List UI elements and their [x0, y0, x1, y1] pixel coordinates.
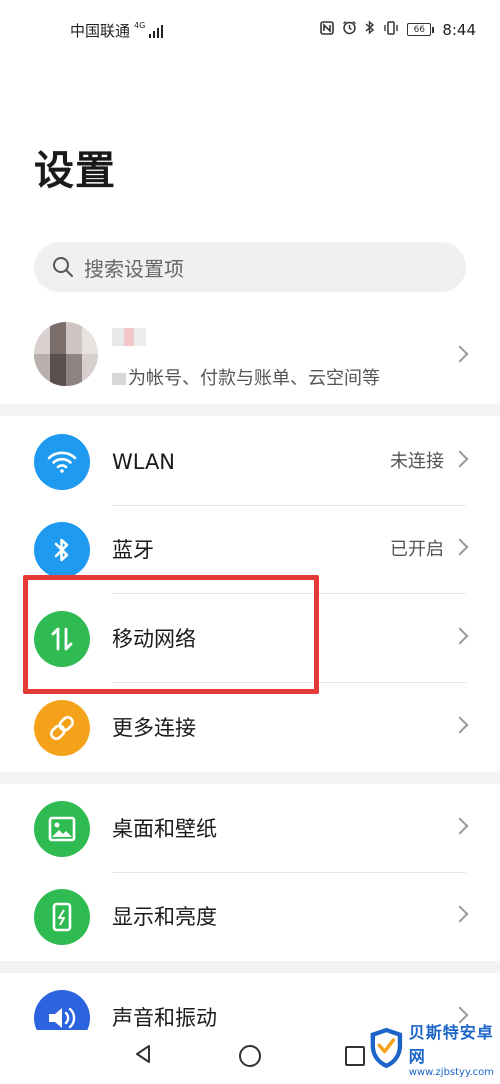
chevron-right-icon: [451, 716, 469, 734]
settings-item-label: 更多连接: [112, 716, 196, 740]
chevron-right-icon: [451, 450, 469, 468]
image-icon: [34, 801, 90, 857]
signal-icon: [149, 24, 164, 38]
nfc-icon: [320, 20, 335, 39]
account-description: 为帐号、付款与账单、云空间等: [112, 364, 380, 390]
section-divider: [0, 961, 500, 973]
recent-apps-icon[interactable]: [345, 1046, 365, 1066]
search-icon: [53, 257, 73, 277]
chevron-right-icon: [451, 627, 469, 645]
alarm-icon: [342, 20, 357, 39]
avatar: [34, 322, 98, 386]
settings-item-display[interactable]: 显示和亮度: [0, 873, 500, 961]
settings-item-wlan[interactable]: WLAN 未连接: [0, 418, 500, 506]
chevron-right-icon: [451, 817, 469, 835]
mobile-data-icon: [34, 611, 90, 667]
status-right: 66 8:44: [320, 20, 476, 39]
settings-item-wallpaper[interactable]: 桌面和壁纸: [0, 785, 500, 873]
row-divider: [112, 593, 466, 594]
wifi-icon: [34, 434, 90, 490]
carrier-label: 中国联通: [70, 22, 131, 40]
bluetooth-status-icon: [365, 20, 375, 39]
watermark-title: 贝斯特安卓网: [408, 1022, 494, 1066]
clock-label: 8:44: [442, 20, 476, 39]
back-icon[interactable]: [133, 1044, 153, 1064]
battery-icon: 66: [407, 23, 435, 36]
section-divider: [0, 772, 500, 784]
home-icon[interactable]: [239, 1045, 261, 1067]
page-title: 设置: [34, 148, 116, 194]
settings-item-label: 移动网络: [112, 627, 196, 651]
status-left: 中国联通 4G: [70, 20, 164, 41]
chevron-right-icon: [451, 905, 469, 923]
settings-item-more-connections[interactable]: 更多连接: [0, 684, 500, 772]
bluetooth-icon: [34, 522, 90, 578]
chevron-right-icon: [451, 345, 469, 363]
watermark-url: www.zjbstyy.com: [408, 1066, 494, 1078]
wlan-status: 未连接: [390, 451, 444, 472]
settings-item-label: 显示和亮度: [112, 905, 217, 929]
section-divider: [0, 404, 500, 416]
settings-item-label: WLAN: [112, 450, 176, 474]
link-icon: [34, 700, 90, 756]
account-name-blurred: [112, 328, 146, 346]
status-bar: 中国联通 4G 66 8:44: [0, 0, 500, 60]
battery-level: 66: [413, 24, 426, 35]
watermark: 贝斯特安卓网 www.zjbstyy.com: [368, 1018, 498, 1078]
settings-item-label: 蓝牙: [112, 538, 154, 562]
chevron-right-icon: [451, 538, 469, 556]
row-divider: [112, 682, 466, 683]
vibrate-icon: [383, 20, 399, 39]
settings-item-bluetooth[interactable]: 蓝牙 已开启: [0, 506, 500, 594]
network-type-label: 4G: [134, 20, 146, 30]
account-row[interactable]: 为帐号、付款与账单、云空间等: [0, 312, 500, 404]
search-input[interactable]: 搜索设置项: [34, 242, 466, 292]
bluetooth-status: 已开启: [390, 539, 444, 560]
display-brightness-icon: [34, 889, 90, 945]
watermark-logo-icon: [370, 1027, 403, 1069]
settings-item-mobile-network[interactable]: 移动网络: [0, 595, 500, 683]
search-placeholder: 搜索设置项: [84, 256, 184, 281]
settings-item-label: 桌面和壁纸: [112, 817, 217, 841]
